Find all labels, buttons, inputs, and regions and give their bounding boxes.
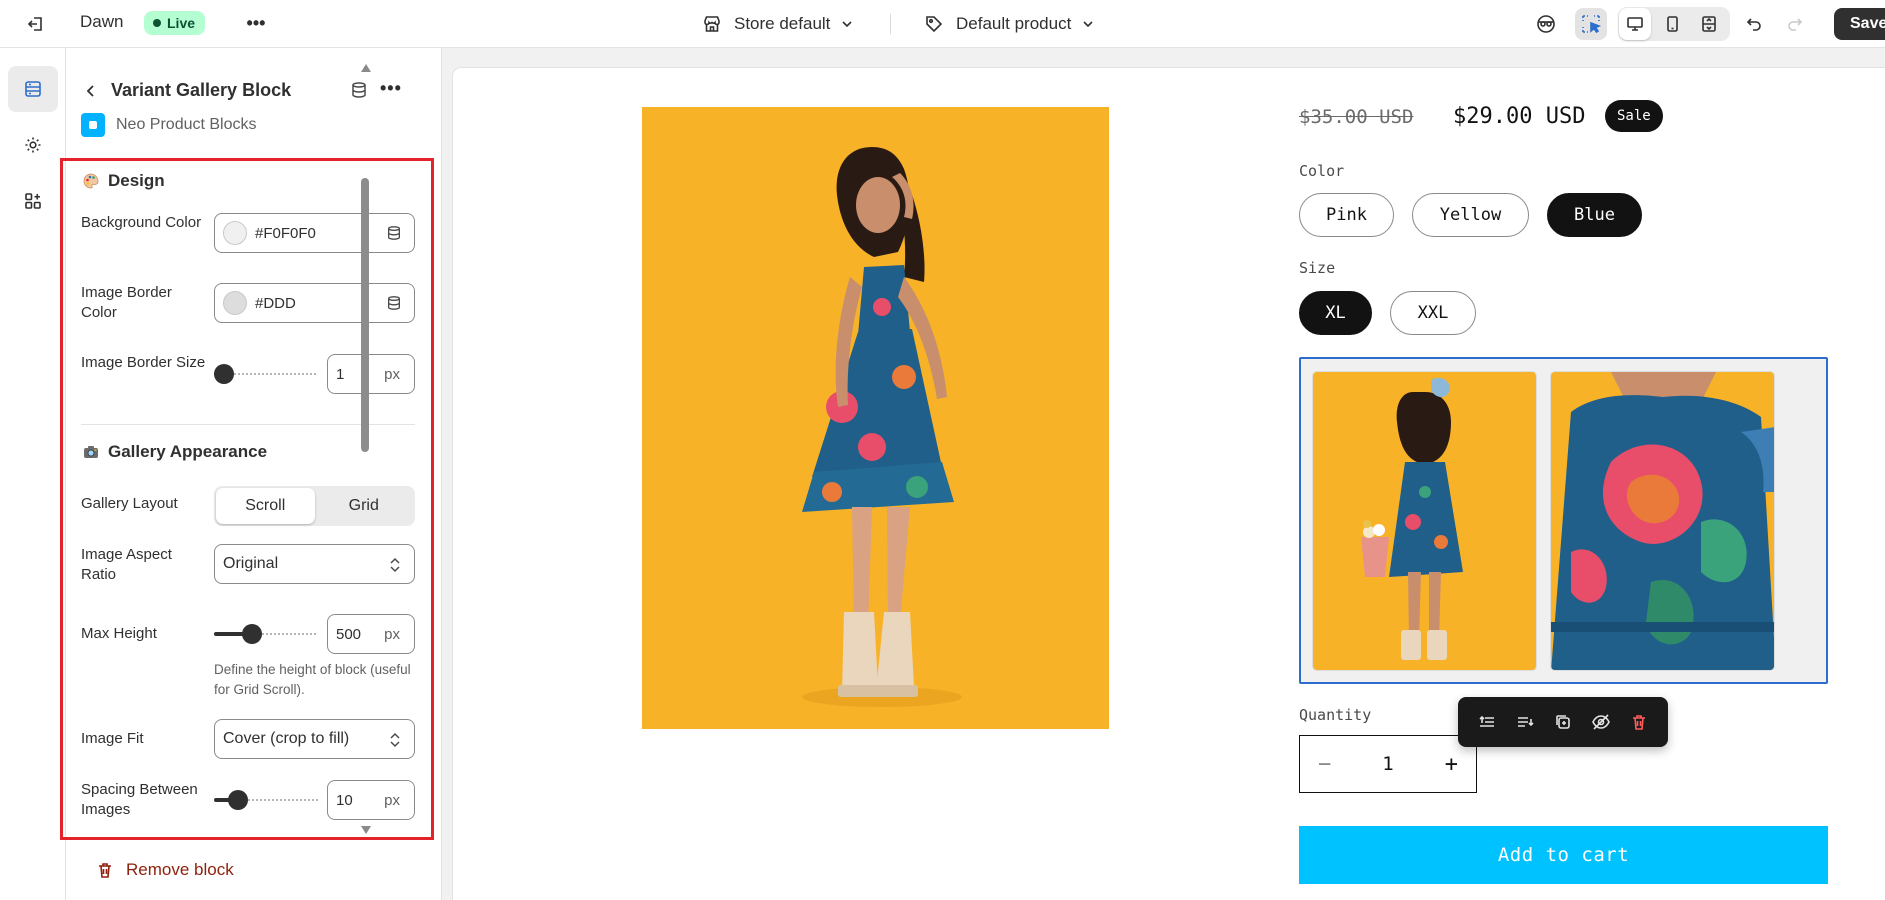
product-selector-label: Default product [956,14,1072,33]
desktop-view-button[interactable] [1619,8,1651,40]
store-icon [702,14,722,34]
theme-name: Dawn [80,12,124,31]
add-to-cart-button[interactable]: Add to cart [1299,826,1828,884]
scroll-down-arrow[interactable] [361,826,371,834]
delete-block-button[interactable] [1624,707,1654,737]
duplicate-icon [1556,715,1570,729]
redo-button[interactable] [1779,8,1811,40]
panel-scrollbar-thumb[interactable] [361,178,369,452]
more-icon: ••• [246,12,266,33]
mobile-view-button[interactable] [1656,8,1688,40]
block-title: Variant Gallery Block [111,80,292,100]
color-pill-pink[interactable]: Pink [1299,193,1394,237]
save-button[interactable]: Save [1834,8,1885,40]
remove-block-label: Remove block [126,860,234,879]
inspector-icon [1537,15,1555,33]
scroll-up-arrow[interactable] [361,64,371,72]
hide-button[interactable] [1586,707,1616,737]
quantity-stepper: − 1 + [1299,735,1477,793]
live-dot [153,19,161,27]
rail-sections[interactable] [8,66,58,112]
fullwidth-view-button[interactable] [1693,8,1725,40]
mobile-icon [1667,16,1678,32]
exit-button[interactable] [22,12,50,36]
tag-icon [924,14,944,34]
block-floating-toolbar [1458,697,1668,747]
dynamic-source-button[interactable] [350,81,368,99]
device-toggle-group [1618,7,1730,41]
apps-icon [25,193,41,209]
color-pill-blue[interactable]: Blue [1547,193,1642,237]
rail-apps[interactable] [8,178,58,224]
trash-icon [96,861,114,879]
remove-block-button[interactable]: Remove block [96,860,234,880]
app-name: Neo Product Blocks [116,116,257,133]
inspector-button[interactable] [1530,8,1562,40]
gallery-image-detail[interactable] [1550,371,1775,671]
selection-highlight [60,158,434,840]
quantity-value[interactable]: 1 [1382,753,1393,775]
icon-rail [0,48,66,900]
top-bar: Dawn Live ••• Store default Default prod… [0,0,1885,48]
settings-gear-icon [25,137,41,153]
database-icon [352,82,366,98]
redo-icon [1788,18,1803,31]
live-badge: Live [144,11,206,35]
select-element-icon [1582,15,1602,34]
size-pill-xl[interactable]: XL [1299,291,1372,335]
more-icon: ••• [380,78,402,98]
price-sale: $29.00 USD [1453,104,1586,129]
app-logo-icon [81,113,105,137]
price-compare-at: $35.00 USD [1299,106,1414,128]
exit-icon [27,17,42,31]
undo-button[interactable] [1738,8,1770,40]
fullwidth-icon [1702,16,1716,32]
move-down-button[interactable] [1510,707,1540,737]
move-up-icon [1479,715,1494,727]
chevron-down-icon [1081,17,1095,31]
back-arrow-icon [86,85,94,97]
size-option-label: Size [1299,259,1336,277]
sale-badge: Sale [1605,100,1663,132]
top-divider [890,14,891,34]
desktop-icon [1627,17,1643,31]
gallery-image-back[interactable] [1312,371,1537,671]
store-preview: $35.00 USD $29.00 USD Sale Color Pink Ye… [453,68,1885,900]
move-down-icon [1518,717,1534,727]
chevron-down-icon [840,17,854,31]
duplicate-button[interactable] [1548,707,1578,737]
delete-icon [1633,715,1645,730]
select-element-button[interactable] [1575,8,1607,40]
back-button[interactable] [80,80,102,102]
color-option-label: Color [1299,162,1345,180]
store-selector-label: Store default [734,14,831,33]
hide-icon [1592,714,1610,730]
quantity-increase-button[interactable]: + [1445,752,1458,777]
store-selector[interactable]: Store default [702,11,854,37]
size-pill-xxl[interactable]: XXL [1390,291,1476,335]
undo-icon [1746,18,1761,31]
move-up-button[interactable] [1472,707,1502,737]
quantity-decrease-button[interactable]: − [1318,752,1331,777]
block-more-button[interactable]: ••• [380,78,402,99]
theme-more-button[interactable]: ••• [244,10,268,36]
sections-icon [25,81,41,97]
main-product-image[interactable] [642,107,1109,729]
variant-gallery-block[interactable] [1299,357,1828,684]
quantity-label: Quantity [1299,706,1372,724]
product-selector[interactable]: Default product [924,11,1095,37]
color-pill-yellow[interactable]: Yellow [1412,193,1529,237]
live-label: Live [167,15,196,31]
rail-settings[interactable] [8,122,58,168]
